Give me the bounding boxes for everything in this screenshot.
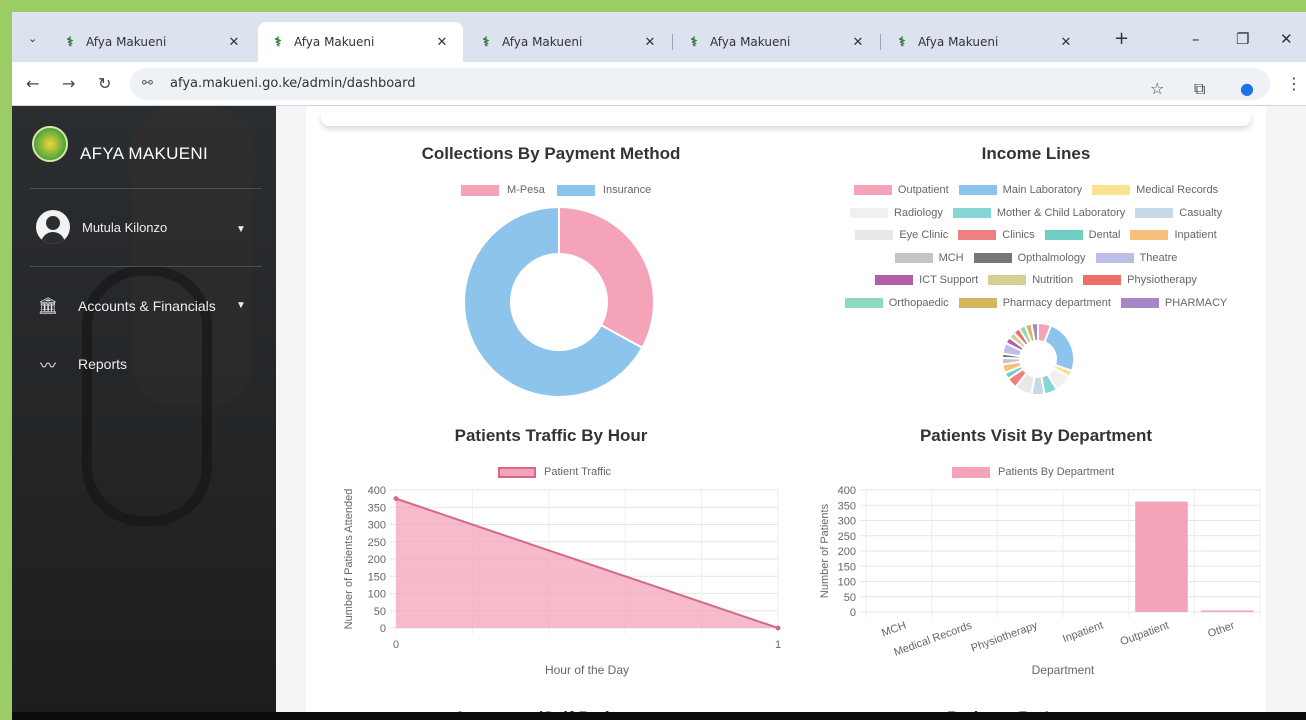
user-dropdown-caret-icon[interactable]: ▼ [236, 224, 246, 235]
browser-tab[interactable]: ⚕ Afya Makueni ✕ [882, 22, 1087, 62]
close-window-button[interactable]: ✕ [1280, 30, 1293, 48]
user-name[interactable]: Mutula Kilonzo [82, 220, 167, 235]
x-tick-label: 1 [775, 639, 781, 651]
y-tick-label: 350 [368, 502, 386, 514]
tab-title: Afya Makueni [86, 35, 167, 49]
y-tick-label: 50 [844, 592, 856, 604]
bookmark-star-icon[interactable]: ☆ [1150, 79, 1164, 98]
y-tick-label: 200 [368, 554, 386, 566]
favicon-icon: ⚕ [898, 34, 906, 49]
traffic-point[interactable] [775, 625, 781, 631]
favicon-icon: ⚕ [690, 34, 698, 49]
taskbar [12, 712, 1306, 720]
y-tick-label: 300 [368, 520, 386, 532]
restore-button[interactable]: ❐ [1236, 30, 1249, 48]
y-tick-label: 250 [368, 537, 386, 549]
tab-separator [672, 34, 673, 50]
avatar[interactable] [36, 210, 70, 244]
url-text[interactable]: afya.makueni.go.ke/admin/dashboard [170, 76, 416, 91]
close-tab-icon[interactable]: ✕ [849, 34, 867, 50]
new-tab-button[interactable]: + [1114, 28, 1129, 49]
payment-slice[interactable] [558, 205, 655, 350]
close-tab-icon[interactable]: ✕ [641, 34, 659, 50]
profile-icon[interactable]: ● [1240, 79, 1254, 98]
tab-strip: ⌄ ⚕ Afya Makueni ✕ ⚕ Afya Makueni ✕ ⚕ Afya Maku… [12, 12, 1306, 62]
sidebar-item-accounts[interactable]: 🏛 Accounts & Financials [36, 296, 216, 316]
site-info-icon[interactable]: ⚯ [142, 75, 153, 91]
forward-arrow-icon[interactable]: → [62, 74, 75, 93]
sidebar-item-reports[interactable]: 〰 Reports [36, 352, 127, 376]
x-tick-label: Other [1206, 619, 1236, 640]
close-tab-icon[interactable]: ✕ [433, 34, 451, 50]
menu-kebab-icon[interactable]: ⋮ [1286, 74, 1302, 93]
brand-name: AFYA MAKUENI [80, 144, 208, 163]
department-bar[interactable] [1135, 501, 1188, 612]
omnibox[interactable]: ⚯ afya.makueni.go.ke/admin/dashboard ☆ ⧉… [130, 68, 1270, 100]
favicon-icon: ⚕ [482, 34, 490, 49]
department-bar[interactable] [1200, 610, 1254, 612]
browser-tab[interactable]: ⚕ Afya Makueni ✕ [50, 22, 255, 62]
y-tick-label: 150 [838, 561, 856, 573]
address-bar-row: ← → ↻ ⚯ afya.makueni.go.ke/admin/dashboa… [12, 62, 1306, 106]
divider [30, 188, 262, 189]
sidebar: AFYA MAKUENI Mutula Kilonzo ▼ 🏛 Accounts… [12, 106, 276, 720]
y-tick-label: 400 [838, 485, 856, 497]
sidebar-item-label: Reports [78, 356, 128, 372]
x-axis-label: Hour of the Day [545, 663, 629, 677]
x-axis-label: Department [1032, 663, 1095, 677]
x-tick-label: MCH [880, 620, 908, 640]
browser-window: ⌄ ⚕ Afya Makueni ✕ ⚕ Afya Makueni ✕ ⚕ Afya Maku… [12, 12, 1306, 720]
bank-icon: 🏛 [37, 298, 59, 315]
x-tick-label: Physiotherapy [970, 619, 1040, 654]
chart-line-icon: 〰 [39, 358, 56, 375]
tab-search-chevron-icon[interactable]: ⌄ [28, 32, 37, 45]
divider [30, 266, 262, 267]
x-tick-label: Outpatient [1119, 620, 1171, 649]
browser-tab[interactable]: ⚕ Afya Makueni ✕ [258, 22, 463, 62]
y-tick-label: 150 [368, 571, 386, 583]
close-tab-icon[interactable]: ✕ [225, 34, 243, 50]
favicon-icon: ⚕ [274, 34, 282, 49]
reload-icon[interactable]: ↻ [98, 74, 111, 93]
tab-title: Afya Makueni [502, 35, 583, 49]
income-slice[interactable] [1043, 324, 1075, 373]
close-tab-icon[interactable]: ✕ [1057, 34, 1075, 50]
tab-separator [880, 34, 881, 50]
y-axis-label: Number of Patients [819, 503, 831, 598]
y-tick-label: 350 [838, 500, 856, 512]
accounts-caret-icon[interactable]: ▼ [236, 300, 246, 311]
y-tick-label: 100 [368, 589, 386, 601]
x-tick-label: 0 [393, 639, 399, 651]
y-tick-label: 200 [838, 546, 856, 558]
y-tick-label: 250 [838, 531, 856, 543]
y-axis-label: Number of Patients Attended [343, 489, 355, 630]
tab-title: Afya Makueni [918, 35, 999, 49]
y-tick-label: 50 [374, 606, 386, 618]
browser-tab[interactable]: ⚕ Afya Makueni ✕ [674, 22, 879, 62]
tab-title: Afya Makueni [710, 35, 791, 49]
y-tick-label: 300 [838, 516, 856, 528]
minimize-button[interactable]: – [1192, 30, 1200, 48]
main-content: Collections By Payment Method M-Pesa Ins… [276, 106, 1306, 720]
y-tick-label: 100 [838, 577, 856, 589]
tab-title: Afya Makueni [294, 35, 375, 49]
extensions-icon[interactable]: ⧉ [1194, 79, 1205, 99]
y-tick-label: 400 [368, 485, 386, 497]
browser-tab[interactable]: ⚕ Afya Makueni ✕ [466, 22, 671, 62]
traffic-point[interactable] [393, 496, 399, 502]
back-arrow-icon[interactable]: ← [26, 74, 39, 93]
x-tick-label: Inpatient [1061, 620, 1105, 646]
charts-canvas: 0 50 100 150 200 250 300 350 400 0 1 Hour of the Da… [343, 205, 1261, 677]
logo [32, 126, 68, 162]
favicon-icon: ⚕ [66, 34, 74, 49]
y-tick-label: 0 [850, 607, 856, 619]
y-tick-label: 0 [380, 623, 386, 635]
sidebar-item-label: Accounts & Financials [78, 298, 216, 314]
